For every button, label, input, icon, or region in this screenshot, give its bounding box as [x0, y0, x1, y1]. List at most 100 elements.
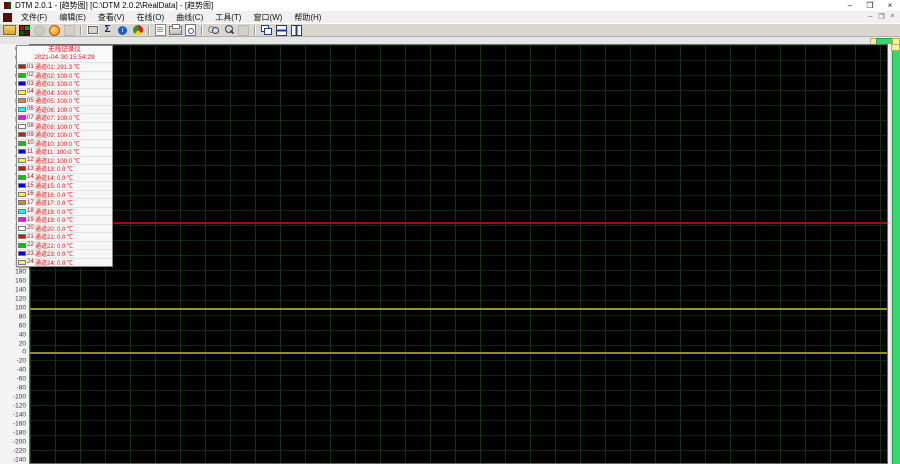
- legend-row-channel-05[interactable]: 05通道05: 100.0 ℃: [17, 96, 112, 105]
- legend-row-channel-15[interactable]: 15通道15: 0.0 ℃: [17, 181, 112, 190]
- y-axis-tick: -240: [13, 456, 26, 463]
- y-axis-tick: -200: [13, 438, 26, 445]
- legend-rows: 01通道01: 291.3 ℃02通道02: 100.0 ℃03通道03: 10…: [17, 62, 112, 266]
- legend-row-channel-03[interactable]: 03通道03: 100.0 ℃: [17, 79, 112, 88]
- menu-item-view[interactable]: 查看(V): [92, 12, 131, 23]
- v-range-handle[interactable]: [891, 44, 900, 51]
- legend-title: 无线记录仪: [17, 46, 112, 54]
- zoom-icon: [224, 25, 234, 35]
- print-icon: [169, 26, 182, 35]
- legend-row-channel-21[interactable]: 21通道21: 0.0 ℃: [17, 232, 112, 241]
- zoom-copy-icon[interactable]: [207, 25, 220, 36]
- legend-timestamp: 2021-04-30 15:54:29: [17, 54, 112, 62]
- record-icon: [49, 25, 60, 36]
- legend-row-channel-14[interactable]: 14通道14: 0.0 ℃: [17, 173, 112, 182]
- legend-row-channel-23[interactable]: 23通道23: 0.0 ℃: [17, 249, 112, 258]
- y-axis-tick: 80: [19, 313, 26, 320]
- select-area-icon: [87, 25, 99, 35]
- channel-color-swatch: [18, 251, 26, 256]
- legend-row-channel-09[interactable]: 09通道09: 100.0 ℃: [17, 130, 112, 139]
- legend-row-channel-16[interactable]: 16通道16: 0.0 ℃: [17, 190, 112, 199]
- channel-number: 13: [27, 166, 35, 172]
- channel-color-swatch: [18, 166, 26, 171]
- legend-row-channel-08[interactable]: 08通道08: 100.0 ℃: [17, 122, 112, 131]
- mdi-child-icon[interactable]: [3, 13, 12, 22]
- open-file-icon[interactable]: [3, 25, 16, 36]
- legend-row-channel-22[interactable]: 22通道22: 0.0 ℃: [17, 241, 112, 250]
- channel-config-icon[interactable]: [18, 25, 31, 36]
- legend-row-channel-04[interactable]: 04通道04: 100.0 ℃: [17, 88, 112, 97]
- channels-0c-line: [30, 352, 887, 354]
- menu-item-curve[interactable]: 曲线(C): [170, 12, 209, 23]
- channel-number: 07: [27, 115, 35, 121]
- plot-area[interactable]: [29, 44, 888, 464]
- chart-area: 6806606406206005805605405205004804604404…: [0, 44, 900, 464]
- channel-color-swatch: [18, 243, 26, 248]
- channel-number: 18: [27, 208, 35, 214]
- pie-chart-icon[interactable]: [131, 25, 144, 36]
- channel-number: 12: [27, 157, 35, 163]
- channel-label: 通道24: 0.0 ℃: [35, 258, 73, 267]
- channel-number: 15: [27, 183, 35, 189]
- close-button[interactable]: ×: [880, 0, 900, 11]
- mdi-restore-button[interactable]: ❐: [876, 13, 887, 21]
- legend-row-channel-17[interactable]: 17通道17: 0.0 ℃: [17, 198, 112, 207]
- tile-horizontal-icon[interactable]: [275, 25, 288, 36]
- channel-config-icon: [19, 25, 30, 36]
- menu-item-window[interactable]: 窗口(W): [247, 12, 288, 23]
- minimize-button[interactable]: –: [840, 0, 860, 11]
- channel-color-swatch: [18, 226, 26, 231]
- channel-color-swatch: [18, 141, 26, 146]
- legend-row-channel-07[interactable]: 07通道07: 100.0 ℃: [17, 113, 112, 122]
- legend-row-channel-24[interactable]: 24通道24: 0.0 ℃: [17, 258, 112, 267]
- channel-color-swatch: [18, 98, 26, 103]
- menu-item-help[interactable]: 帮助(H): [288, 12, 327, 23]
- menu-item-file[interactable]: 文件(F): [15, 12, 53, 23]
- channel-number: 10: [27, 140, 35, 146]
- channels-100c-line: [30, 308, 887, 310]
- legend-row-channel-18[interactable]: 18通道18: 0.0 ℃: [17, 207, 112, 216]
- legend-row-channel-20[interactable]: 20通道20: 0.0 ℃: [17, 224, 112, 233]
- cascade-windows-icon[interactable]: [260, 25, 273, 36]
- info-icon: i: [118, 26, 127, 35]
- legend-row-channel-13[interactable]: 13通道13: 0.0 ℃: [17, 164, 112, 173]
- y-axis-tick: 160: [15, 277, 26, 284]
- legend-row-channel-06[interactable]: 06通道06: 100.0 ℃: [17, 105, 112, 114]
- menu-item-edit[interactable]: 编辑(E): [53, 12, 92, 23]
- menu-item-tools[interactable]: 工具(T): [209, 12, 247, 23]
- legend-row-channel-01[interactable]: 01通道01: 291.3 ℃: [17, 62, 112, 71]
- app-icon: [4, 2, 11, 9]
- tile-vertical-icon[interactable]: [290, 25, 303, 36]
- channel-color-swatch: [18, 90, 26, 95]
- statistics-icon[interactable]: Σ: [101, 25, 114, 36]
- mdi-close-button[interactable]: ×: [887, 13, 898, 21]
- channel-number: 06: [27, 106, 35, 112]
- select-area-icon[interactable]: [86, 25, 99, 36]
- channel-number: 01: [27, 64, 35, 70]
- menu-item-online[interactable]: 在线(O): [131, 12, 171, 23]
- record-icon[interactable]: [48, 25, 61, 36]
- legend-row-channel-02[interactable]: 02通道02: 100.0 ℃: [17, 71, 112, 80]
- edit-note-icon: [155, 24, 166, 36]
- print-preview-icon[interactable]: [184, 25, 197, 36]
- channel-number: 02: [27, 72, 35, 78]
- legend-row-channel-19[interactable]: 19通道19: 0.0 ℃: [17, 215, 112, 224]
- legend-row-channel-11[interactable]: 11通道11: 100.0 ℃: [17, 147, 112, 156]
- mdi-minimize-button[interactable]: –: [865, 13, 876, 21]
- vertical-range-slider[interactable]: [891, 44, 900, 464]
- channel-number: 08: [27, 123, 35, 129]
- channel-color-swatch: [18, 217, 26, 222]
- legend-row-channel-12[interactable]: 12通道12: 100.0 ℃: [17, 156, 112, 165]
- v-range-thumb[interactable]: [892, 51, 900, 464]
- toolbar: Σi: [0, 23, 900, 37]
- pause-icon: [63, 25, 76, 36]
- info-icon[interactable]: i: [116, 25, 129, 36]
- zoom-icon[interactable]: [222, 25, 235, 36]
- print-icon[interactable]: [169, 25, 182, 36]
- y-axis-tick: -120: [13, 403, 26, 410]
- edit-note-icon[interactable]: [154, 25, 167, 36]
- y-axis-tick: -100: [13, 394, 26, 401]
- legend-row-channel-10[interactable]: 10通道10: 100.0 ℃: [17, 139, 112, 148]
- restore-button[interactable]: ❐: [860, 0, 880, 11]
- channel-color-swatch: [18, 64, 26, 69]
